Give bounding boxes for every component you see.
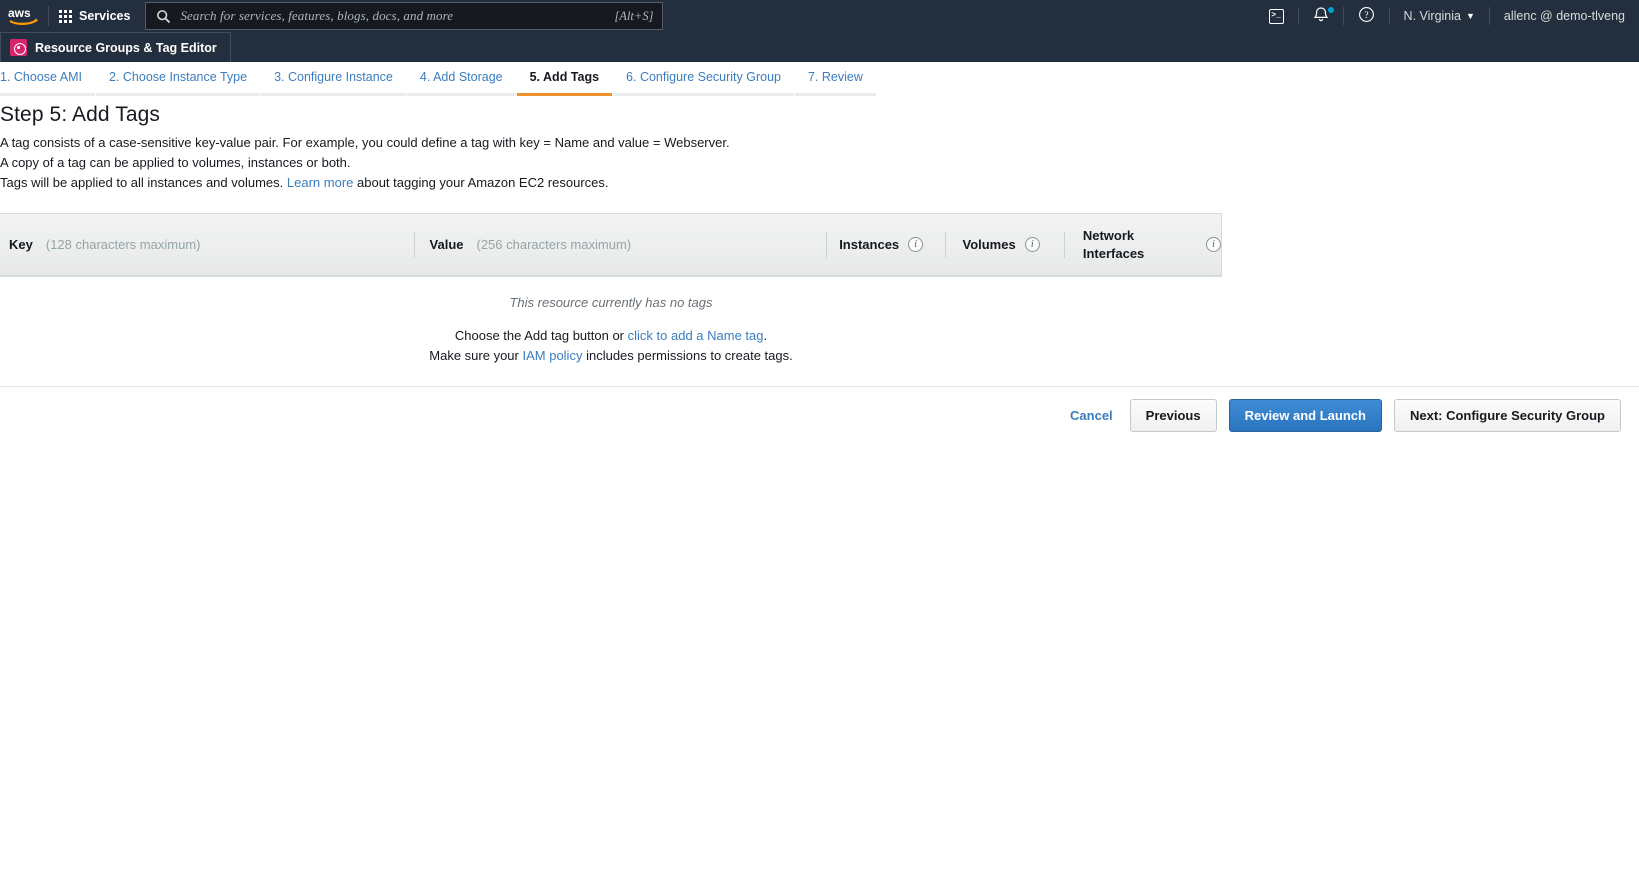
tab-add-storage[interactable]: 4. Add Storage (406, 61, 516, 96)
services-menu-button[interactable]: Services (49, 0, 142, 32)
question-mark-icon: ? (1358, 6, 1375, 26)
column-header-value-hint: (256 characters maximum) (476, 237, 632, 252)
column-header-instances: Instances i (827, 214, 945, 275)
info-icon[interactable]: i (1024, 237, 1040, 252)
resource-groups-icon (10, 39, 27, 56)
global-search-input[interactable]: Search for services, features, blogs, do… (145, 2, 664, 30)
page-description-line-2: A copy of a tag can be applied to volume… (0, 155, 351, 170)
add-name-tag-link[interactable]: click to add a Name tag (628, 328, 764, 343)
notification-badge-dot (1327, 7, 1334, 13)
column-header-key-hint: (128 characters maximum) (45, 237, 201, 252)
review-and-launch-button[interactable]: Review and Launch (1228, 398, 1382, 432)
help-button[interactable]: ? (1344, 0, 1389, 32)
global-search-placeholder: Search for services, features, blogs, do… (180, 8, 454, 23)
cloudshell-icon: >_ (1268, 8, 1284, 24)
service-tab-bar: Resource Groups & Tag Editor (0, 32, 1639, 62)
global-search-shortcut-hint: [Alt+S] (614, 8, 654, 23)
wizard-step-tabs: 1. Choose AMI 2. Choose Instance Type 3.… (0, 61, 1639, 96)
wizard-footer: Cancel Previous Review and Launch Next: … (0, 385, 1639, 444)
sidebar-item-resource-groups[interactable]: Resource Groups & Tag Editor (0, 32, 231, 62)
iam-policy-link[interactable]: IAM policy (522, 348, 582, 363)
column-header-value-label: Value (429, 237, 464, 252)
tab-review[interactable]: 7. Review (795, 61, 876, 96)
region-selector[interactable]: N. Virginia ▼ (1390, 0, 1489, 32)
column-header-network-interfaces: Network Interfaces i (1065, 214, 1221, 275)
page-description-line-1: A tag consists of a case-sensitive key-v… (0, 135, 730, 150)
service-tab-label: Resource Groups & Tag Editor (35, 40, 217, 55)
svg-text:aws: aws (8, 6, 31, 20)
info-icon[interactable]: i (908, 237, 924, 252)
next-configure-security-group-button[interactable]: Next: Configure Security Group (1393, 398, 1621, 432)
search-icon (156, 9, 171, 24)
learn-more-link[interactable]: Learn more (287, 175, 353, 190)
column-header-volumes: Volumes i (946, 214, 1063, 275)
account-menu[interactable]: allenc @ demo-tlveng (1490, 0, 1639, 32)
page-title: Step 5: Add Tags (0, 103, 161, 126)
svg-text:?: ? (1364, 11, 1368, 21)
empty-state-message: This resource currently has no tags (509, 295, 713, 310)
previous-button[interactable]: Previous (1129, 398, 1217, 432)
nav-right-cluster: >_ ? N. Virginia ▼ allenc @ demo-tlveng (1255, 0, 1639, 32)
column-header-value: Value (256 characters maximum) (415, 214, 827, 275)
global-navigation-bar: aws Services Search for services, featur… (0, 0, 1639, 32)
empty-hint-2-pre: Make sure your (429, 348, 519, 363)
empty-state-hint-line-2: Make sure your IAM policy includes permi… (0, 346, 1222, 366)
region-label: N. Virginia (1403, 9, 1461, 23)
tag-table-empty-state: This resource currently has no tags Choo… (0, 277, 1222, 382)
main-content: Step 5: Add Tags A tag consists of a cas… (0, 103, 1639, 444)
tab-configure-security-group[interactable]: 6. Configure Security Group (613, 61, 794, 96)
tab-choose-ami[interactable]: 1. Choose AMI (0, 61, 95, 96)
account-label: allenc @ demo-tlveng (1503, 9, 1625, 23)
column-header-network-interfaces-label: Network Interfaces (1082, 227, 1145, 261)
tag-table-header-row: Key (128 characters maximum) Value (256 … (0, 214, 1221, 276)
page-description-line-3-pre: Tags will be applied to all instances an… (0, 175, 284, 190)
column-header-volumes-label: Volumes (962, 237, 1016, 252)
notifications-button[interactable] (1299, 0, 1343, 32)
page-description-line-3: Tags will be applied to all instances an… (0, 173, 1639, 193)
tab-choose-instance-type[interactable]: 2. Choose Instance Type (96, 61, 261, 96)
cloudshell-button[interactable]: >_ (1255, 0, 1298, 32)
column-header-instances-label: Instances (839, 237, 900, 252)
services-menu-label: Services (79, 9, 131, 23)
cancel-button[interactable]: Cancel (1070, 408, 1113, 423)
column-header-key: Key (128 characters maximum) (0, 214, 414, 275)
tab-configure-instance[interactable]: 3. Configure Instance (261, 61, 406, 96)
empty-hint-2-post: includes permissions to create tags. (586, 348, 793, 363)
empty-hint-1-pre: Choose the Add tag button or (454, 328, 625, 343)
aws-logo-icon[interactable]: aws (0, 0, 48, 32)
empty-state-hint-line-1: Choose the Add tag button or click to ad… (0, 326, 1222, 346)
empty-hint-1-post: . (763, 328, 768, 343)
chevron-down-icon: ▼ (1465, 11, 1475, 21)
tab-add-tags[interactable]: 5. Add Tags (516, 61, 613, 96)
column-header-key-label: Key (9, 237, 33, 252)
grid-icon (59, 9, 72, 23)
bell-icon (1313, 6, 1329, 26)
page-description-line-3-post: about tagging your Amazon EC2 resources. (357, 175, 609, 190)
info-icon[interactable]: i (1205, 237, 1221, 252)
tag-table-panel: Key (128 characters maximum) Value (256 … (0, 213, 1222, 277)
